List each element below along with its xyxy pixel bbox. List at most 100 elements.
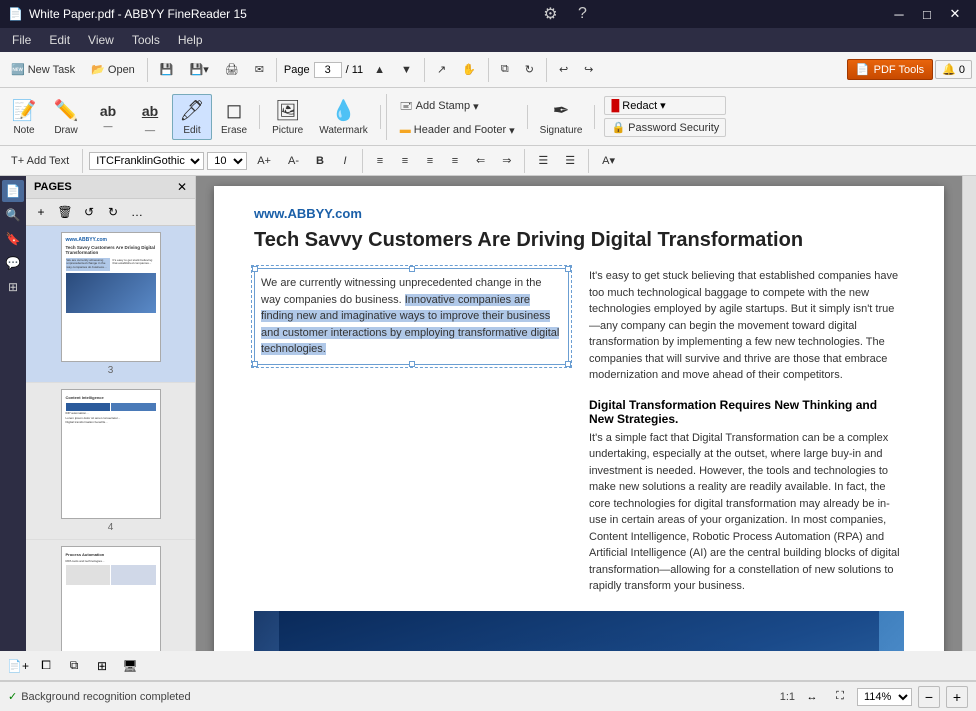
separator-12 [524, 149, 525, 173]
handle-tl[interactable] [252, 266, 258, 272]
save-as-button[interactable]: 💾▾ [183, 59, 216, 80]
settings-icon[interactable]: ⚙ [536, 0, 564, 28]
bullet-list-button[interactable]: ☰ [531, 151, 555, 170]
text-highlight-tool[interactable]: ab — [88, 99, 128, 135]
copy-button[interactable]: ⧉ [494, 59, 516, 80]
help-icon[interactable]: ? [568, 0, 596, 28]
rotate-button[interactable]: ↻ [518, 59, 541, 80]
align-right-button[interactable]: ≡ [419, 152, 441, 170]
prev-page-button[interactable]: ▲ [367, 60, 392, 80]
page-thumb-3[interactable]: www.ABBYY.com Tech Savvy Customers Are D… [26, 226, 195, 383]
ratio-label: 1:1 [780, 691, 795, 703]
bell-icon: 🔔 [942, 63, 956, 76]
comments-sidebar-button[interactable]: 💬 [2, 252, 24, 274]
zoom-in-button[interactable]: + [946, 686, 968, 708]
font-size-increase-button[interactable]: A+ [250, 152, 278, 170]
save-button[interactable]: 💾 [153, 59, 181, 80]
menu-help[interactable]: Help [170, 31, 211, 49]
page-split-button[interactable]: ⧠ [34, 654, 58, 678]
erase-tool[interactable]: ◻ Erase [214, 94, 254, 140]
handle-bc[interactable] [409, 361, 415, 367]
menu-tools[interactable]: Tools [124, 31, 168, 49]
handle-bl[interactable] [252, 361, 258, 367]
minimize-button[interactable]: ─ [886, 4, 912, 24]
sidebar-rotate-right-button[interactable]: ↻ [102, 201, 124, 223]
header-footer-button[interactable]: ▬ Header and Footer ▾ [393, 121, 522, 140]
password-security-button[interactable]: 🔒 Password Security [604, 118, 726, 137]
edit-text-tool[interactable]: 🖊 Edit [172, 94, 212, 140]
zoom-out-button[interactable]: − [918, 686, 940, 708]
pages-sidebar-button[interactable]: 📄 [2, 180, 24, 202]
font-size-decrease-button[interactable]: A- [281, 152, 306, 170]
status-left: ✓ Background recognition completed [8, 690, 191, 703]
align-justify-button[interactable]: ≡ [444, 152, 466, 170]
indent-decrease-button[interactable]: ⇐ [469, 151, 492, 170]
page-combine-button[interactable]: ⊞ [90, 654, 114, 678]
new-task-button[interactable]: 🆕 New Task [4, 59, 82, 80]
font-color-button[interactable]: A▾ [595, 151, 622, 170]
page-number-input[interactable] [314, 62, 342, 78]
note-tool[interactable]: 📝 Note [4, 94, 44, 140]
italic-button[interactable]: I [334, 152, 356, 170]
sidebar-rotate-left-button[interactable]: ↺ [78, 201, 100, 223]
numbered-list-button[interactable]: ☰ [558, 151, 582, 170]
menu-file[interactable]: File [4, 31, 39, 49]
draw-tool[interactable]: ✏️ Draw [46, 94, 86, 140]
align-left-button[interactable]: ≡ [369, 152, 391, 170]
page-thumb-4[interactable]: Content Intelligence IDP automation... L… [26, 383, 195, 540]
next-page-button[interactable]: ▼ [394, 60, 419, 80]
handle-tc[interactable] [409, 266, 415, 272]
signature-tool[interactable]: ✒ Signature [533, 94, 590, 140]
search-sidebar-button[interactable]: 🔍 [2, 204, 24, 226]
layers-sidebar-button[interactable]: ⊞ [2, 276, 24, 298]
sidebar-delete-button[interactable]: 🗑 [54, 201, 76, 223]
close-sidebar-button[interactable]: ✕ [177, 180, 187, 194]
handle-tr[interactable] [565, 266, 571, 272]
select-tool-button[interactable]: ↗ [430, 59, 453, 80]
hand-tool-button[interactable]: ✋ [455, 59, 483, 80]
pdf-tools-icon: 📄 [856, 63, 870, 76]
redo-icon: ↪ [584, 63, 593, 76]
handle-br[interactable] [565, 361, 571, 367]
add-stamp-button[interactable]: 🖃 Add Stamp ▾ [393, 94, 486, 119]
add-text-button[interactable]: T+ Add Text [4, 152, 76, 170]
content-area[interactable]: www.ABBYY.com Tech Savvy Customers Are D… [196, 176, 962, 651]
watermark-tool[interactable]: 💧 Watermark [312, 94, 375, 140]
redact-button[interactable]: █ Redact ▾ [604, 96, 726, 115]
fit-width-button[interactable]: ↔ [801, 686, 823, 708]
align-center-button[interactable]: ≡ [394, 152, 416, 170]
page-thumb-5[interactable]: Process Automation RPA tools and technol… [26, 540, 195, 651]
text-selection-box[interactable]: We are currently witnessing unprecedente… [254, 268, 569, 365]
bookmarks-sidebar-button[interactable]: 🔖 [2, 228, 24, 250]
bottom-strip: 📄+ ⧠ ⧉ ⊞ 🖥 [0, 651, 976, 681]
indent-increase-button[interactable]: ⇒ [495, 151, 518, 170]
bold-button[interactable]: B [309, 152, 331, 170]
redo-button[interactable]: ↪ [577, 59, 600, 80]
zoom-select[interactable]: 114% [857, 688, 912, 706]
open-button[interactable]: 📂 Open [84, 59, 142, 80]
rotate-icon: ↻ [525, 63, 534, 76]
menu-edit[interactable]: Edit [41, 31, 78, 49]
menu-view[interactable]: View [80, 31, 122, 49]
close-button[interactable]: ✕ [942, 4, 968, 24]
print-button[interactable]: 🖨 [218, 59, 246, 80]
undo-button[interactable]: ↩ [552, 59, 575, 80]
picture-tool[interactable]: 🖼 Picture [265, 94, 310, 140]
pdf-tools-button[interactable]: 📄 PDF Tools [847, 59, 933, 80]
notifications-button[interactable]: 🔔 0 [935, 60, 972, 79]
fit-page-button[interactable]: ⛶ [829, 686, 851, 708]
sidebar-add-button[interactable]: + [30, 201, 52, 223]
font-family-select[interactable]: ITCFranklinGothic [89, 152, 204, 170]
page-extract-button[interactable]: ⧉ [62, 654, 86, 678]
font-size-select[interactable]: 10 [207, 152, 247, 170]
redact-icon: █ [611, 100, 619, 112]
page-insert-button[interactable]: 📄+ [6, 654, 30, 678]
email-button[interactable]: ✉ [248, 59, 271, 80]
page-view-button[interactable]: 🖥 [118, 654, 142, 678]
left-column[interactable]: We are currently witnessing unprecedente… [254, 268, 569, 595]
copy-icon: ⧉ [501, 63, 509, 76]
maximize-button[interactable]: □ [914, 4, 940, 24]
sidebar-more-button[interactable]: … [126, 201, 148, 223]
text-underline-tool[interactable]: ab __ [130, 99, 170, 135]
right-scrollbar[interactable] [962, 176, 976, 651]
